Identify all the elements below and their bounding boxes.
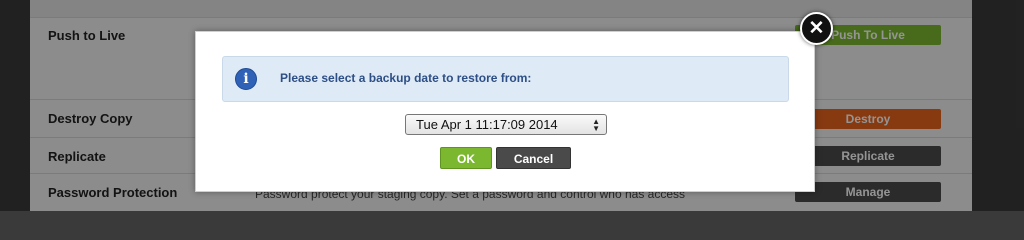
ok-button[interactable]: OK	[440, 147, 492, 169]
info-message-bar: i Please select a backup date to restore…	[222, 56, 789, 102]
close-icon: ✕	[808, 18, 825, 39]
close-dialog-button[interactable]: ✕	[800, 12, 833, 45]
restore-backup-dialog: i Please select a backup date to restore…	[195, 31, 815, 192]
restore-prompt-text: Please select a backup date to restore f…	[280, 71, 532, 85]
info-icon: i	[235, 68, 257, 90]
select-arrows-icon: ▲ ▼	[592, 117, 600, 133]
cancel-button[interactable]: Cancel	[496, 147, 571, 169]
selected-backup-date: Tue Apr 1 11:17:09 2014	[416, 117, 558, 132]
backup-date-select[interactable]: Tue Apr 1 11:17:09 2014 ▲ ▼	[405, 114, 607, 135]
